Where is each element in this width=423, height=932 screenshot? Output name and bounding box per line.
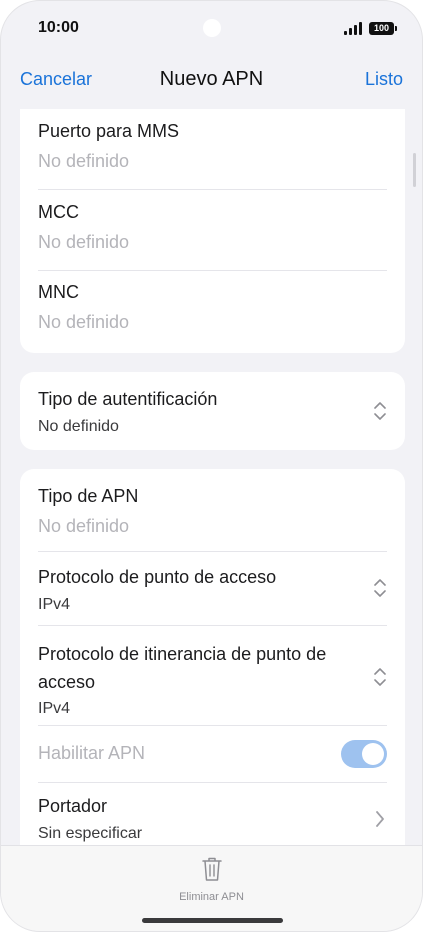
mnc-field[interactable]: MNC No definido [38,282,387,333]
divider [38,782,387,783]
mnc-value: No definido [38,312,130,332]
updown-icon [374,579,386,597]
divider [38,270,387,271]
enable-apn-field: Habilitar APN [38,743,387,764]
roaming-protocol-value: IPv4 [38,700,71,717]
card-apn-details: Tipo de APN No definido Protocolo de pun… [20,469,405,845]
updown-icon [374,668,386,686]
mnc-label: MNC [38,282,79,302]
divider [38,725,387,726]
trash-icon [201,857,222,881]
camera-cutout [203,19,221,37]
mms-port-field[interactable]: Puerto para MMS No definido [38,121,387,172]
scroll-indicator[interactable] [413,153,416,187]
mcc-label: MCC [38,202,79,222]
mcc-value: No definido [38,232,130,252]
done-button[interactable]: Listo [365,69,403,90]
page-title: Nuevo APN [159,68,264,90]
card-mms-mcc-mnc: Puerto para MMS No definido MCC No defin… [20,109,405,353]
roaming-protocol-label-line1: Protocolo de itinerancia de punto de [38,644,327,664]
home-indicator[interactable] [142,918,283,923]
enable-apn-label: Habilitar APN [38,743,146,763]
delete-apn-label: Eliminar APN [179,891,244,903]
signal-icon [344,22,362,35]
chevron-right-icon [376,811,384,827]
roaming-protocol-field[interactable]: Protocolo de itinerancia de punto de acc… [38,640,387,718]
mcc-field[interactable]: MCC No definido [38,202,387,253]
auth-type-row[interactable]: Tipo de autentificación No definido [20,372,405,450]
apn-type-label: Tipo de APN [38,486,139,506]
roaming-protocol-label: Protocolo de itinerancia de punto de acc… [38,640,387,696]
auth-type-label: Tipo de autentificación [38,389,218,409]
mms-port-label: Puerto para MMS [38,121,180,141]
divider [38,189,387,190]
toggle-knob [362,743,384,765]
divider [38,625,387,626]
apn-type-field[interactable]: Tipo de APN No definido [38,486,387,537]
settings-list[interactable]: Puerto para MMS No definido MCC No defin… [1,109,422,845]
status-bar: 10:00 100 [1,1,422,57]
enable-apn-toggle[interactable] [341,740,387,768]
apn-type-value: No definido [38,516,130,536]
bearer-label: Portador [38,796,108,816]
delete-apn-button[interactable]: Eliminar APN [1,856,422,903]
battery-icon: 100 [369,22,397,35]
apn-protocol-value: IPv4 [38,596,71,613]
phone-screen: 10:00 100 Cancelar Nuevo APN Listo Puert… [0,0,423,932]
auth-type-value: No definido [38,418,119,435]
nav-bar: Cancelar Nuevo APN Listo [1,57,422,107]
bottom-toolbar: Eliminar APN [1,845,422,931]
bearer-field[interactable]: Portador Sin especificar [38,796,387,843]
status-time: 10:00 [38,19,79,36]
mms-port-value: No definido [38,151,130,171]
divider [38,551,387,552]
roaming-protocol-label-line2: acceso [38,672,96,692]
apn-protocol-field[interactable]: Protocolo de punto de acceso IPv4 [38,567,387,614]
updown-icon [374,402,386,420]
apn-protocol-label: Protocolo de punto de acceso [38,567,277,587]
bearer-value: Sin especificar [38,825,143,842]
auth-type-field: Tipo de autentificación No definido [38,389,387,436]
